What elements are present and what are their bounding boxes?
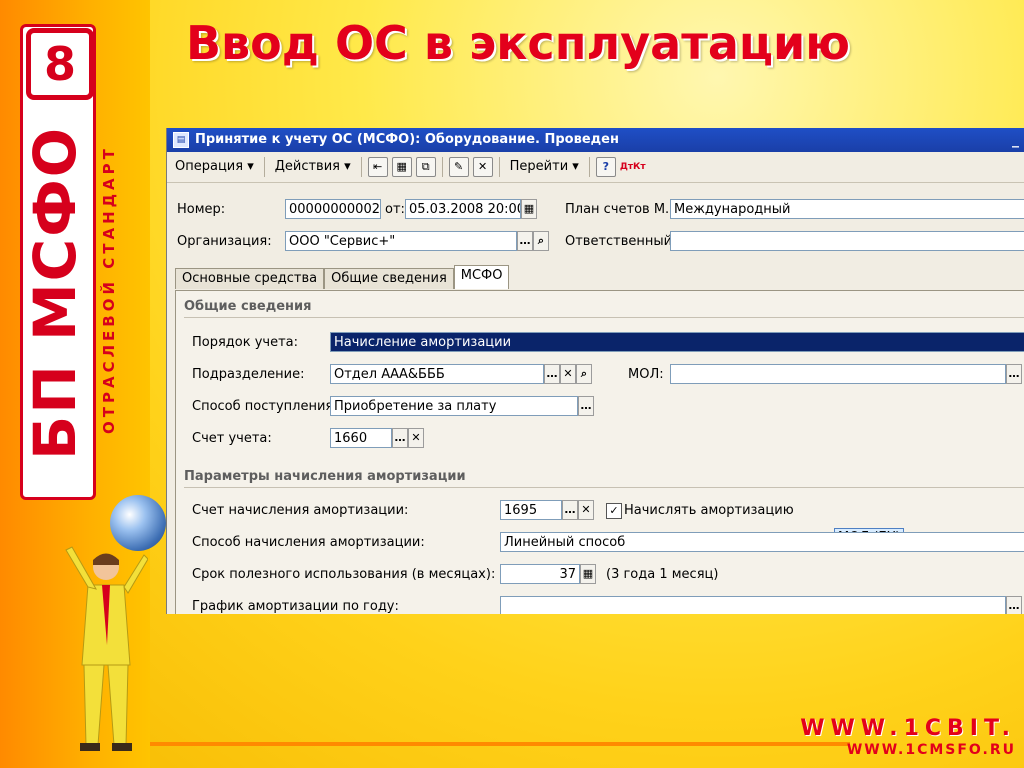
accounting-order-field[interactable]: Начисление амортизации xyxy=(330,332,1024,352)
depreciation-section-header: Параметры начисления амортизации xyxy=(184,467,1024,488)
receipt-method-label: Способ поступления: xyxy=(192,399,338,414)
slide-title: Ввод ОС в эксплуатацию xyxy=(186,16,850,70)
document-window: ▤ Принятие к учету ОС (МСФО): Оборудован… xyxy=(166,128,1024,614)
department-label: Подразделение: xyxy=(192,367,305,382)
logo-brand-text: МСФО xyxy=(21,125,89,342)
number-field[interactable]: 00000000002 xyxy=(285,199,381,219)
copy-icon[interactable]: ⧉ xyxy=(415,157,436,177)
minimize-button[interactable]: _ xyxy=(1012,128,1019,152)
dtkt-icon[interactable]: ДтКт xyxy=(620,162,646,172)
depreciation-schedule-field[interactable] xyxy=(500,596,1006,614)
toolbar-separator xyxy=(498,157,500,177)
department-field[interactable]: Отдел ААА&БББ xyxy=(330,364,544,384)
window-title: Принятие к учету ОС (МСФО): Оборудование… xyxy=(195,132,619,147)
select-button[interactable]: … xyxy=(578,396,594,416)
date-field[interactable]: 05.03.2008 20:00:00 xyxy=(405,199,521,219)
logo-subtitle: ОТРАСЛЕВОЙ СТАНДАРТ xyxy=(100,145,118,435)
operation-menu[interactable]: Операция ▾ xyxy=(171,152,258,182)
clear-icon[interactable]: ✕ xyxy=(408,428,424,448)
select-button[interactable]: … xyxy=(1006,596,1022,614)
unpost-icon[interactable]: ✕ xyxy=(472,157,493,177)
logo-digit: 8 xyxy=(26,28,94,100)
depreciation-account-field[interactable]: 1695 xyxy=(500,500,562,520)
chart-of-accounts-label: План счетов М... xyxy=(565,202,678,217)
responsible-field[interactable] xyxy=(670,231,1024,251)
account-field[interactable]: 1660 xyxy=(330,428,392,448)
organization-label: Организация: xyxy=(177,234,272,249)
actions-menu[interactable]: Действия ▾ xyxy=(271,152,355,182)
depreciation-method-label: Способ начисления амортизации: xyxy=(192,535,425,550)
footer-site-1[interactable]: WWW.1CBIT. xyxy=(800,716,1016,742)
clear-icon[interactable]: ✕ xyxy=(578,500,594,520)
useful-life-field[interactable]: 37 xyxy=(500,564,580,584)
number-label: Номер: xyxy=(177,202,226,217)
form-icon[interactable]: ▦ xyxy=(391,157,412,177)
charge-depreciation-label: Начислять амортизацию xyxy=(624,503,794,518)
useful-life-label: Срок полезного использования (в месяцах)… xyxy=(192,567,496,582)
charge-depreciation-checkbox[interactable]: ✓ xyxy=(606,503,622,519)
globe-image xyxy=(110,495,166,551)
useful-life-hint: (3 года 1 месяц) xyxy=(606,567,719,582)
mol-label: МОЛ: xyxy=(628,367,664,382)
responsible-label: Ответственный: xyxy=(565,234,677,249)
select-button[interactable]: … xyxy=(517,231,533,251)
save-exit-icon[interactable]: ⇤ xyxy=(367,157,388,177)
footer-bar xyxy=(150,742,850,746)
toolbar-separator xyxy=(360,157,362,177)
goto-menu[interactable]: Перейти ▾ xyxy=(506,152,583,182)
msfo-logo: 8 БП МСФО ОТРАСЛЕВОЙ СТАНДАРТ xyxy=(8,10,118,500)
help-icon[interactable]: ? xyxy=(595,157,616,177)
logo-brand: БП МСФО xyxy=(21,98,89,488)
mol-field[interactable] xyxy=(670,364,1006,384)
accounting-order-label: Порядок учета: xyxy=(192,335,299,350)
select-button[interactable]: … xyxy=(1006,364,1022,384)
chart-of-accounts-field[interactable]: Международный xyxy=(670,199,1024,219)
toolbar: Операция ▾ Действия ▾ ⇤ ▦ ⧉ ✎ ✕ Перейти … xyxy=(167,152,1024,183)
post-icon[interactable]: ✎ xyxy=(448,157,469,177)
footer-site-2[interactable]: WWW.1CMSFO.RU xyxy=(847,740,1016,760)
depreciation-method-field[interactable]: Линейный способ xyxy=(500,532,1024,552)
calendar-icon[interactable]: ▦ xyxy=(521,199,537,219)
organization-field[interactable]: ООО "Сервис+" xyxy=(285,231,517,251)
date-label: от: xyxy=(385,202,405,217)
tab-msfo[interactable]: МСФО xyxy=(453,265,510,289)
calculator-icon[interactable]: ▦ xyxy=(580,564,596,584)
select-button[interactable]: … xyxy=(562,500,578,520)
open-icon[interactable]: ⌕ xyxy=(533,231,549,251)
tab-bar: Основные средства Общие сведения МСФО xyxy=(175,265,510,290)
account-label: Счет учета: xyxy=(192,431,272,446)
clear-icon[interactable]: ✕ xyxy=(560,364,576,384)
toolbar-separator xyxy=(588,157,590,177)
general-section-header: Общие сведения xyxy=(184,297,1024,318)
document-icon: ▤ xyxy=(173,132,189,148)
toolbar-separator xyxy=(263,157,265,177)
msfo-panel: Общие сведения Порядок учета: Начисление… xyxy=(175,290,1024,614)
select-button[interactable]: … xyxy=(392,428,408,448)
depreciation-account-label: Счет начисления амортизации: xyxy=(192,503,409,518)
depreciation-schedule-label: График амортизации по году: xyxy=(192,599,399,614)
tab-general-info[interactable]: Общие сведения xyxy=(324,268,454,289)
logo-prefix: БП xyxy=(21,363,89,461)
businessman-illustration xyxy=(65,546,148,751)
select-button[interactable]: … xyxy=(544,364,560,384)
window-titlebar: ▤ Принятие к учету ОС (МСФО): Оборудован… xyxy=(167,128,1024,152)
tab-fixed-assets[interactable]: Основные средства xyxy=(175,268,325,289)
open-icon[interactable]: ⌕ xyxy=(576,364,592,384)
receipt-method-field[interactable]: Приобретение за плату xyxy=(330,396,578,416)
toolbar-separator xyxy=(441,157,443,177)
